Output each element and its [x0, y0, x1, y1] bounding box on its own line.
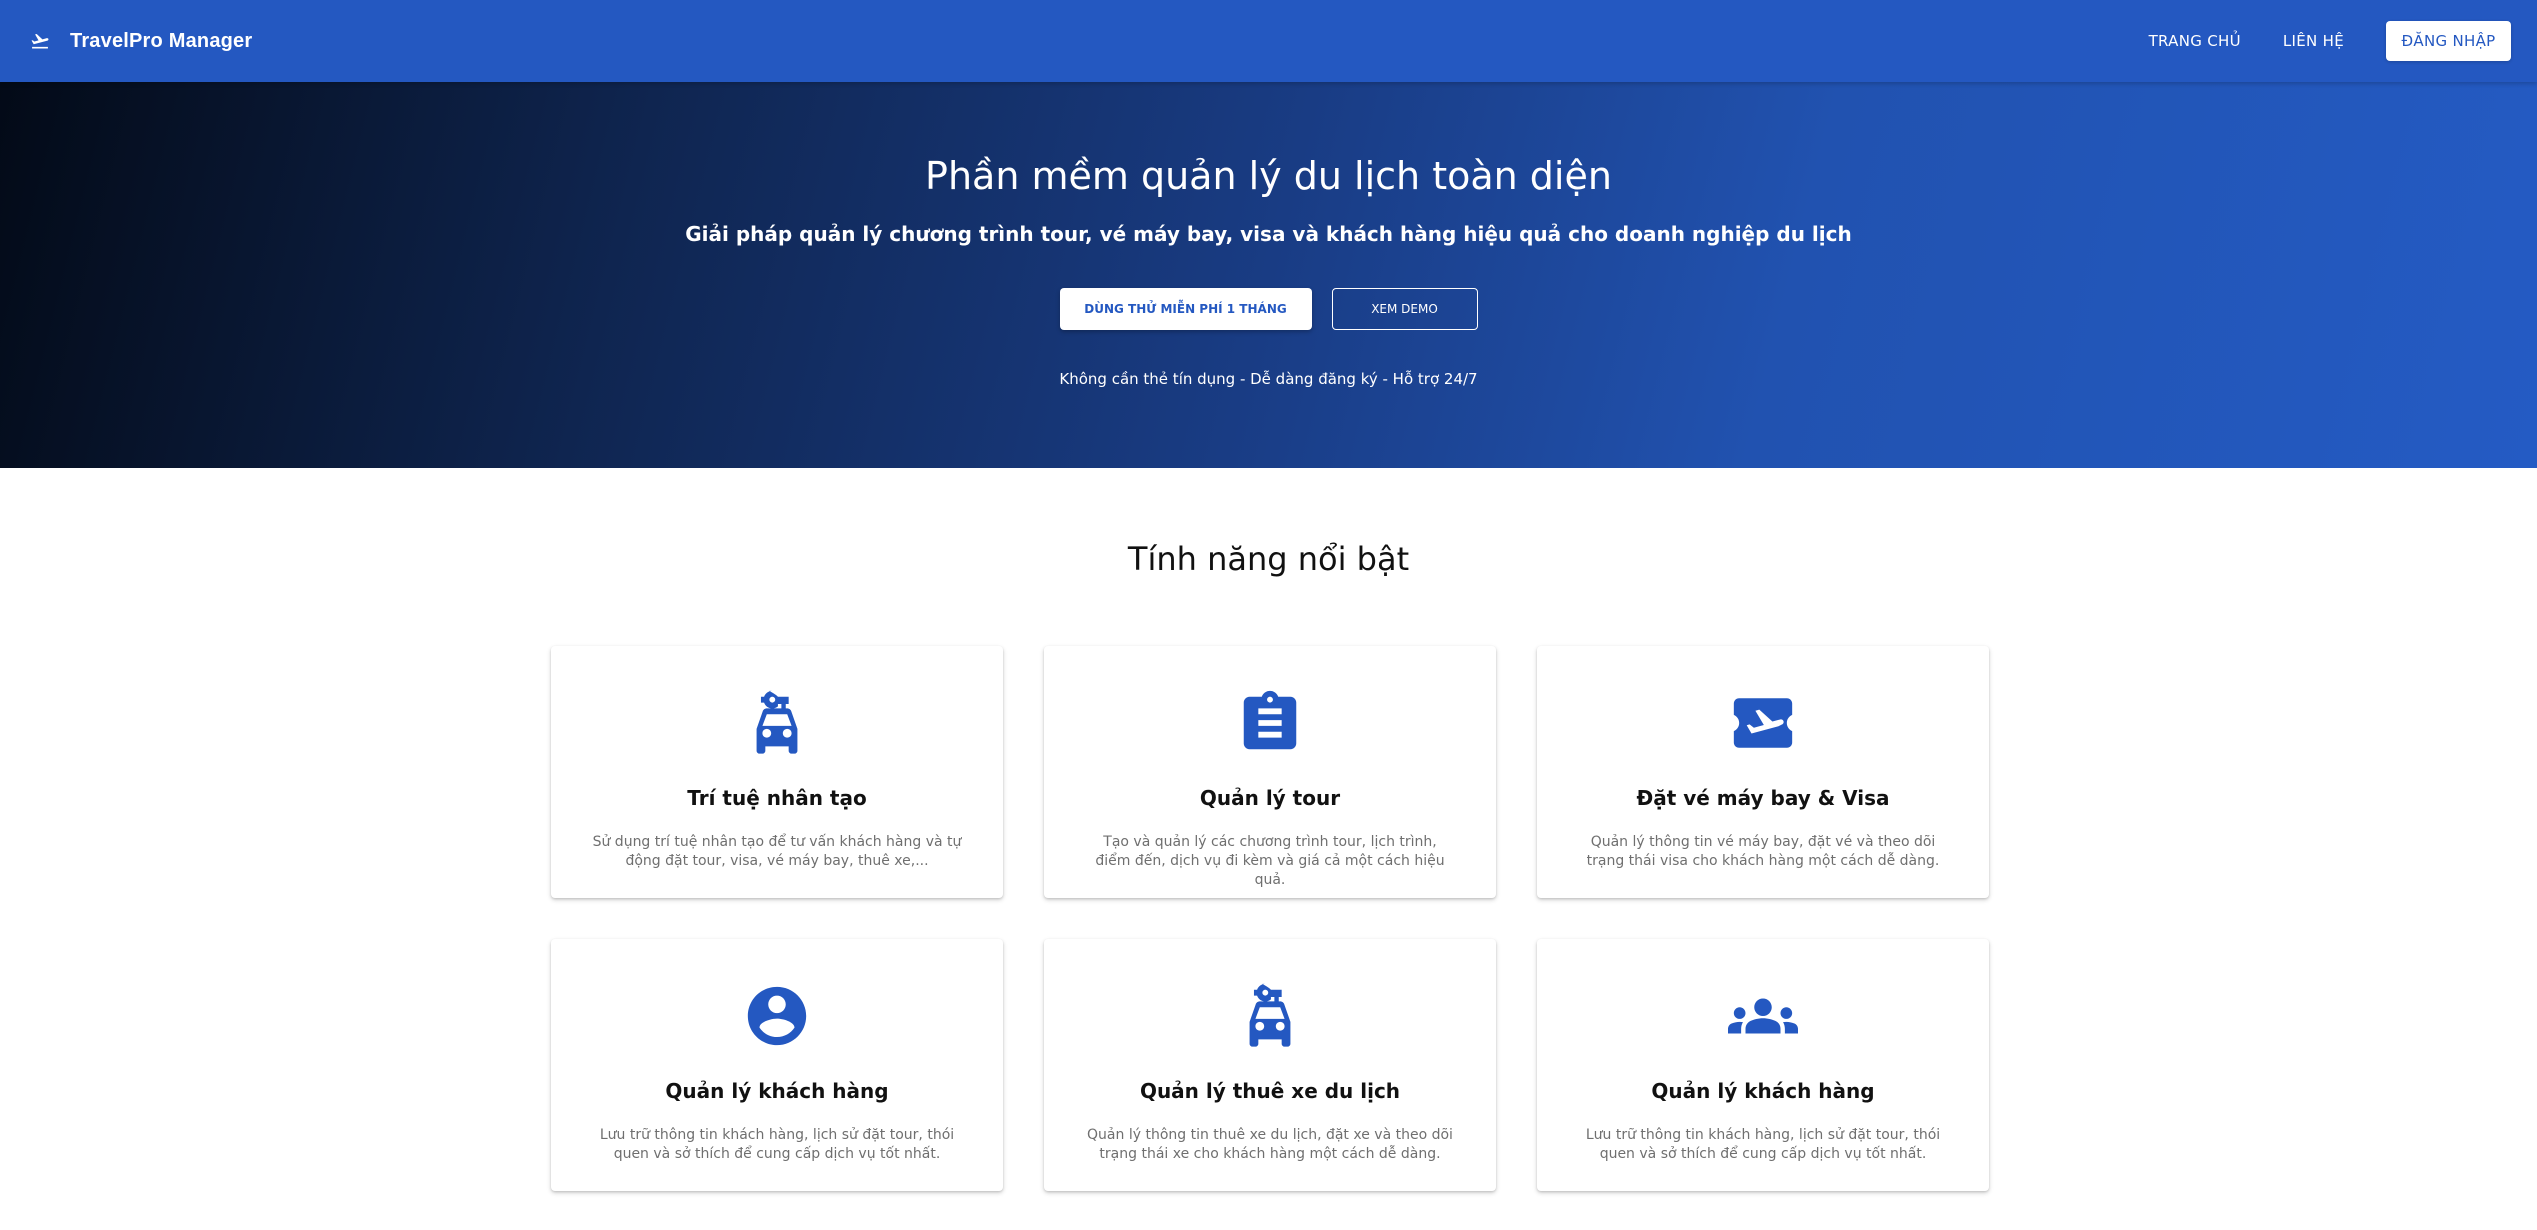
feature-card-description: Sử dụng trí tuệ nhân tạo để tư vấn khách… — [592, 834, 962, 869]
feature-card-tour[interactable]: Quản lý tour Tạo và quản lý các chương t… — [1044, 646, 1496, 898]
features-title: Tính năng nổi bật — [1127, 540, 1410, 578]
login-button[interactable]: ĐĂNG NHẬP — [2386, 21, 2511, 61]
feature-card-ai[interactable]: Trí tuệ nhân tạo Sử dụng trí tuệ nhân tạ… — [551, 646, 1003, 898]
feature-card-title: Quản lý thuê xe du lịch — [1139, 1079, 1401, 1103]
hero-title: Phần mềm quản lý du lịch toàn diện — [925, 154, 1612, 198]
feature-card-title: Quản lý khách hàng — [1651, 1079, 1875, 1103]
feature-card-title: Đặt vé máy bay & Visa — [1636, 786, 1890, 810]
car-rental-icon — [1249, 983, 1291, 1047]
feature-card-title: Quản lý khách hàng — [665, 1079, 889, 1103]
nav-links: TRANG CHỦ LIÊN HỆ ĐĂNG NHẬP — [2149, 21, 2511, 61]
feature-card-description: Lưu trữ thông tin khách hàng, lịch sử đặ… — [599, 1127, 955, 1162]
airplane-ticket-icon — [1733, 698, 1793, 748]
brand-name: TravelPro Manager — [70, 29, 253, 52]
account-circle-icon — [747, 986, 807, 1046]
feature-card-title: Trí tuệ nhân tạo — [687, 786, 867, 810]
feature-card-customer-groups[interactable]: Quản lý khách hàng Lưu trữ thông tin khá… — [1537, 939, 1989, 1191]
feature-card-flight-visa[interactable]: Đặt vé máy bay & Visa Quản lý thông tin … — [1537, 646, 1989, 898]
clipboard-icon — [1243, 690, 1297, 750]
groups-icon — [1728, 998, 1798, 1034]
feature-card-title: Quản lý tour — [1199, 786, 1341, 810]
brand[interactable]: TravelPro Manager — [30, 30, 252, 53]
feature-card-description: Lưu trữ thông tin khách hàng, lịch sử đặ… — [1585, 1127, 1941, 1162]
hero-subtitle: Giải pháp quản lý chương trình tour, vé … — [685, 222, 1852, 246]
nav-link-contact[interactable]: LIÊN HỆ — [2283, 32, 2344, 50]
feature-card-customers[interactable]: Quản lý khách hàng Lưu trữ thông tin khá… — [551, 939, 1003, 1191]
top-navbar: TravelPro Manager TRANG CHỦ LIÊN HỆ ĐĂNG… — [0, 0, 2537, 82]
feature-card-description: Quản lý thông tin thuê xe du lịch, đặt x… — [1087, 1127, 1453, 1162]
hero-buttons: DÙNG THỬ MIỄN PHÍ 1 THÁNG XEM DEMO — [0, 288, 2537, 330]
feature-card-description: Quản lý thông tin vé máy bay, đặt vé và … — [1586, 834, 1940, 869]
flight-takeoff-icon — [31, 33, 49, 49]
feature-card-description: Tạo và quản lý các chương trình tour, lị… — [1095, 834, 1445, 888]
hero-section: Phần mềm quản lý du lịch toàn diện Giải … — [0, 82, 2537, 468]
nav-link-home[interactable]: TRANG CHỦ — [2149, 32, 2241, 50]
hero-note: Không cần thẻ tín dụng - Dễ dàng đăng ký… — [1059, 370, 1478, 388]
free-trial-button[interactable]: DÙNG THỬ MIỄN PHÍ 1 THÁNG — [1059, 288, 1312, 330]
feature-card-car-rental[interactable]: Quản lý thuê xe du lịch Quản lý thông ti… — [1044, 939, 1496, 1191]
car-rental-icon — [756, 690, 798, 754]
view-demo-button[interactable]: XEM DEMO — [1331, 288, 1478, 330]
